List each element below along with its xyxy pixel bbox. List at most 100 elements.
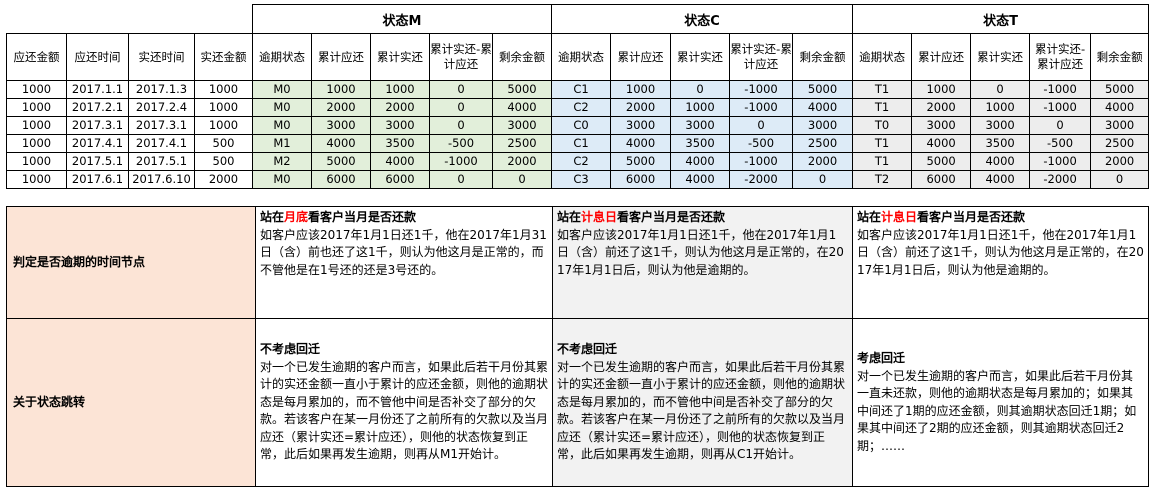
table-cell: C1 (551, 80, 612, 99)
table-cell: C1 (551, 134, 612, 153)
table-cell: -500 (1029, 134, 1092, 153)
table-cell: -2000 (729, 170, 794, 189)
table-cell: 3000 (311, 116, 371, 135)
table-cell: M0 (252, 98, 312, 117)
col-header: 累计应还 (911, 33, 972, 81)
table-cell: 0 (670, 80, 731, 99)
table-cell: 3000 (970, 116, 1031, 135)
table-cell: 0 (429, 98, 493, 117)
group-header-t: 状态T (852, 4, 1150, 34)
table-cell: 2017.4.1 (128, 134, 195, 153)
table-cell: 2017.5.1 (128, 152, 195, 171)
table-cell: 2017.1.1 (66, 80, 129, 99)
cell-t-transition: 考虑回迁 对一个已发生逾期的客户而言，如果此后若干月份其一直未还款，则他的逾期状… (852, 318, 1149, 487)
table-cell: 2017.3.1 (128, 116, 195, 135)
table-cell: 2017.5.1 (66, 152, 129, 171)
table-row: 1000 2017.2.1 2017.2.4 1000 M0 2000 2000 0 4000 C… (6, 98, 1150, 117)
cell-body: 如客户应该2017年1月1日还1千，他在2017年1月1日（含）前还了这1千，则… (857, 227, 1144, 277)
table-cell: 4000 (491, 98, 553, 117)
col-header: 剩余金额 (792, 33, 854, 81)
table-cell: C2 (551, 152, 612, 171)
table-cell: T1 (852, 152, 913, 171)
table-cell: 6000 (370, 170, 430, 189)
table-cell: 1000 (194, 116, 253, 135)
col-header: 剩余金额 (491, 33, 553, 81)
cell-body: 对一个已发生逾期的客户而言，如果此后若干月份其累计的实还金额一直小于累计的应还金… (260, 359, 549, 462)
table-cell: 4000 (610, 134, 672, 153)
col-header: 实还金额 (194, 33, 253, 81)
cell-body: 对一个已发生逾期的客户而言，如果此后若干月份其累计的实还金额一直小于累计的应还金… (557, 359, 846, 462)
cell-heading: 不考虑回迁 (557, 342, 618, 357)
table-cell: 0 (429, 116, 493, 135)
highlight-text: 计息日 (581, 210, 618, 224)
table-cell: 4000 (970, 152, 1031, 171)
table-cell: 2017.1.3 (128, 80, 195, 99)
highlight-text: 月底 (284, 210, 309, 224)
table-cell: 0 (792, 170, 854, 189)
table-cell: 1000 (911, 80, 972, 99)
table-row: 1000 2017.5.1 2017.5.1 500 M2 5000 4000 -1000 20… (6, 152, 1150, 171)
group-header-c: 状态C (551, 4, 854, 34)
table-cell: 3000 (491, 116, 553, 135)
table-cell: 3500 (370, 134, 430, 153)
col-header: 应还时间 (66, 33, 129, 81)
row-label: 关于状态跳转 (6, 318, 256, 487)
table-cell: 2500 (1090, 134, 1150, 153)
cell-c-timing: 站在计息日看客户当月是否还款 如客户应该2017年1月1日还1千，他在2017年… (552, 206, 853, 319)
table-cell: 1000 (311, 80, 371, 99)
table-cell: 0 (970, 80, 1031, 99)
table-cell: -1000 (729, 80, 794, 99)
table-cell: -1000 (729, 98, 794, 117)
table-cell: T2 (852, 170, 913, 189)
table-cell: 5000 (610, 152, 672, 171)
row-overdue-timing: 判定是否逾期的时间节点 站在月底看客户当月是否还款 如客户应该2017年1月1日… (6, 206, 1149, 319)
col-header: 累计实还-累计应还 (729, 33, 794, 81)
table-cell: 0 (1029, 116, 1092, 135)
cell-heading: 不考虑回迁 (260, 342, 321, 357)
table-cell: 2000 (911, 98, 972, 117)
table-cell: -500 (429, 134, 493, 153)
table-cell: 1000 (6, 134, 67, 153)
table-cell: 3000 (670, 116, 731, 135)
col-header: 累计应还 (610, 33, 672, 81)
table-cell: 3000 (370, 116, 430, 135)
table-cell: 1000 (670, 98, 731, 117)
table-cell: 5000 (1090, 80, 1150, 99)
col-header: 累计实还-累计应还 (429, 33, 493, 81)
cell-m-timing: 站在月底看客户当月是否还款 如客户应该2017年1月1日还1千，他在2017年1… (255, 206, 553, 319)
table-cell: 3500 (670, 134, 731, 153)
table-cell: 1000 (970, 98, 1031, 117)
table-cell: M0 (252, 116, 312, 135)
table-cell: M0 (252, 80, 312, 99)
table-cell: 2017.2.4 (128, 98, 195, 117)
table-cell: 6000 (610, 170, 672, 189)
table-cell: 2000 (370, 98, 430, 117)
table-cell: C3 (551, 170, 612, 189)
table-row: 1000 2017.6.1 2017.6.10 2000 M0 6000 6000 0 0 C3 6… (6, 170, 1150, 189)
table-cell: 2500 (792, 134, 854, 153)
table-cell: -500 (729, 134, 794, 153)
cell-c-transition: 不考虑回迁 对一个已发生逾期的客户而言，如果此后若干月份其累计的实还金额一直小于… (552, 318, 853, 487)
col-header: 累计应还 (311, 33, 371, 81)
table-cell: 1000 (194, 80, 253, 99)
table-cell: 2500 (491, 134, 553, 153)
table-body: 1000 2017.1.1 2017.1.3 1000 M0 1000 1000 0 5000 C… (6, 80, 1150, 189)
table-cell: 2000 (311, 98, 371, 117)
table-cell: 2017.6.10 (128, 170, 195, 189)
table-cell: 4000 (370, 152, 430, 171)
table-cell: T1 (852, 98, 913, 117)
table-cell: 3000 (1090, 116, 1150, 135)
table-cell: 5000 (491, 80, 553, 99)
table-cell: 3000 (911, 116, 972, 135)
table-cell: 1000 (194, 98, 253, 117)
table-cell: 5000 (792, 80, 854, 99)
table-cell: 0 (1090, 170, 1150, 189)
table-cell: 1000 (370, 80, 430, 99)
table-row: 1000 2017.4.1 2017.4.1 500 M1 4000 3500 -500 250… (6, 134, 1150, 153)
row-state-transition: 关于状态跳转 不考虑回迁 对一个已发生逾期的客户而言，如果此后若干月份其累计的实… (6, 318, 1149, 487)
table-cell: 2000 (194, 170, 253, 189)
table-cell: M0 (252, 170, 312, 189)
highlight-text: 计息日 (881, 210, 918, 224)
col-header: 累计实还 (670, 33, 731, 81)
table-cell: 500 (194, 134, 253, 153)
